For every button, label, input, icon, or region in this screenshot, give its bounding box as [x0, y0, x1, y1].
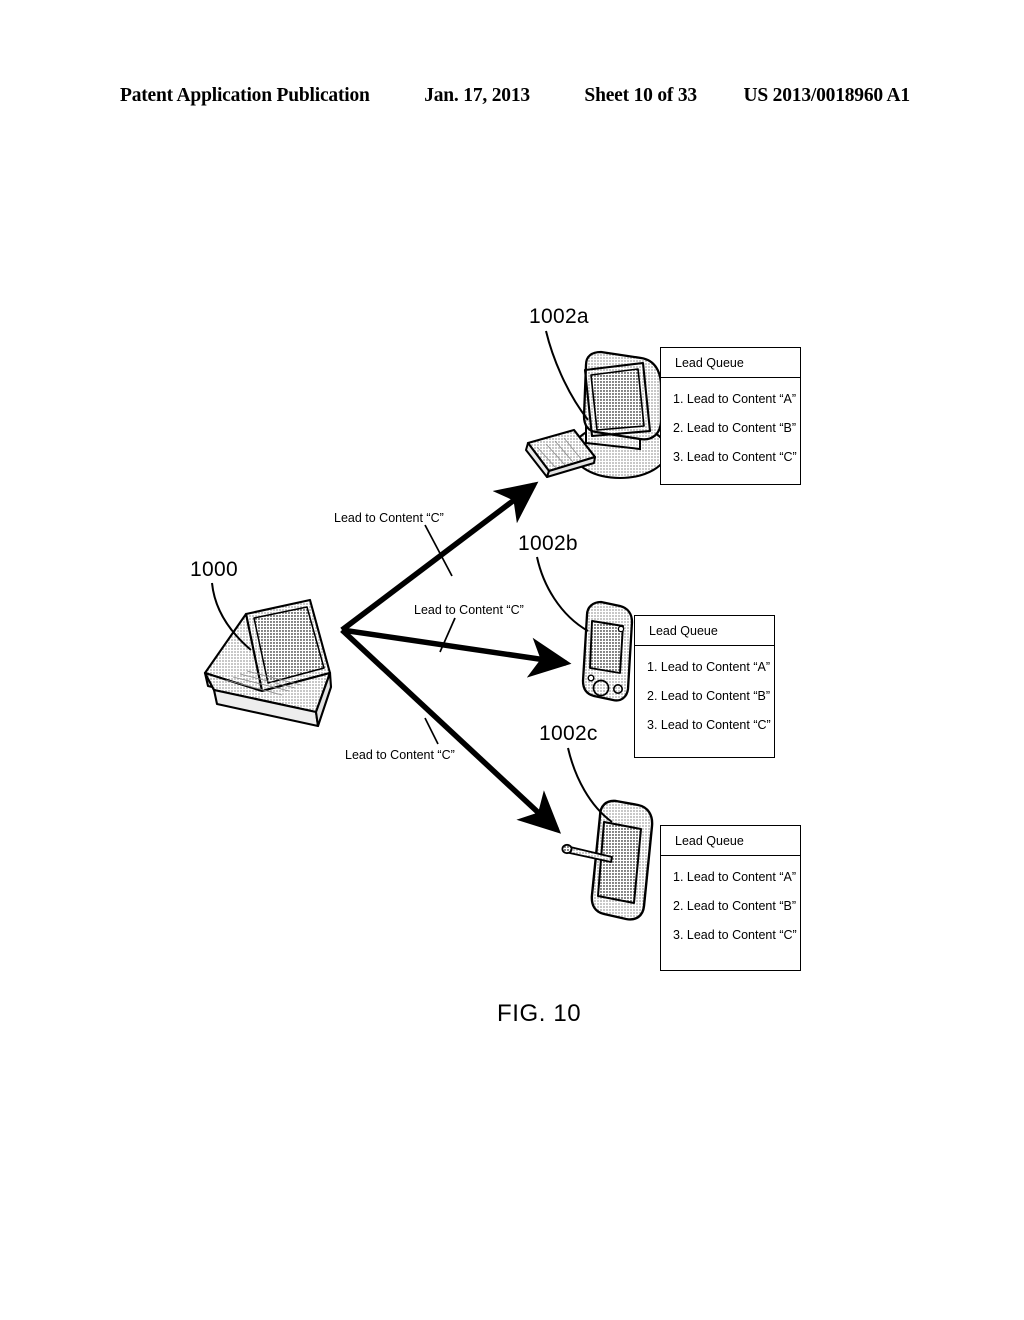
figure-caption: FIG. 10 [497, 1000, 582, 1027]
tablet-stylus-icon [561, 747, 654, 921]
lead-queue-box-1002c: Lead Queue 1. Lead to Content “A” 2. Lea… [660, 825, 801, 971]
lead-queue-item: 3. Lead to Content “C” [647, 718, 771, 732]
lead-queue-item: 2. Lead to Content “B” [647, 689, 770, 703]
arrow-label-to-tablet: Lead to Content “C” [345, 748, 455, 762]
figure-10-diagram: 1000 1002a 1002b 1002c Lead to Content “… [0, 0, 1024, 1320]
mobile-phone-icon [536, 556, 634, 702]
lead-queue-item: 3. Lead to Content “C” [673, 928, 797, 942]
arrow-label-to-phone: Lead to Content “C” [414, 603, 524, 617]
ref-label-1002c: 1002c [539, 722, 598, 745]
laptop-icon [203, 582, 333, 728]
lead-queue-list: 1. Lead to Content “A” 2. Lead to Conten… [661, 856, 800, 954]
leader-caption-bottom [424, 717, 439, 745]
lead-queue-item: 1. Lead to Content “A” [673, 870, 796, 884]
lead-queue-title: Lead Queue [635, 616, 774, 646]
lead-queue-item: 1. Lead to Content “A” [647, 660, 770, 674]
lead-queue-item: 1. Lead to Content “A” [673, 392, 796, 406]
lead-queue-box-1002b: Lead Queue 1. Lead to Content “A” 2. Lea… [634, 615, 775, 758]
lead-queue-item: 2. Lead to Content “B” [673, 899, 796, 913]
ref-label-1002a: 1002a [529, 305, 589, 328]
arrow-to-tablet [340, 627, 562, 834]
lead-queue-title: Lead Queue [661, 348, 800, 378]
lead-queue-item: 3. Lead to Content “C” [673, 450, 797, 464]
lead-queue-list: 1. Lead to Content “A” 2. Lead to Conten… [661, 378, 800, 476]
lead-queue-title: Lead Queue [661, 826, 800, 856]
figure-vector-layer [203, 330, 669, 921]
desktop-computer-icon [525, 330, 669, 480]
ref-label-1002b: 1002b [518, 532, 578, 555]
lead-queue-item: 2. Lead to Content “B” [673, 421, 796, 435]
ref-label-1000: 1000 [190, 558, 238, 581]
lead-queue-list: 1. Lead to Content “A” 2. Lead to Conten… [635, 646, 774, 744]
arrow-label-to-desktop: Lead to Content “C” [334, 511, 444, 525]
lead-queue-box-1002a: Lead Queue 1. Lead to Content “A” 2. Lea… [660, 347, 801, 485]
